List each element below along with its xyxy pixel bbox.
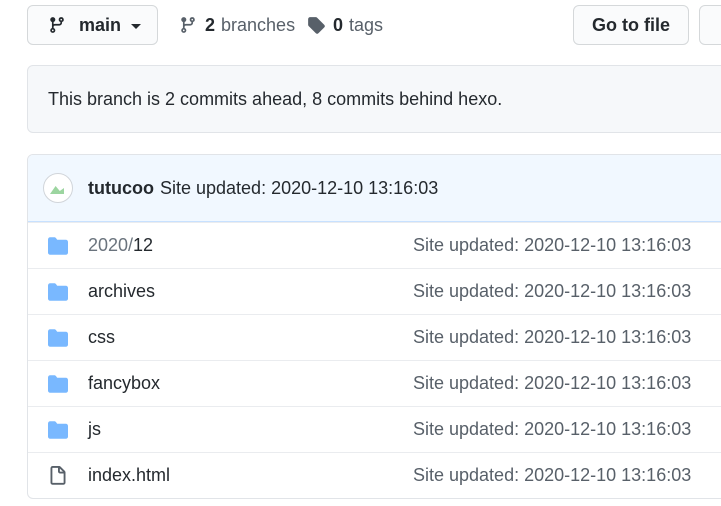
branch-status-banner: This branch is 2 commits ahead, 8 commit… [27,65,721,133]
file-path-leaf[interactable]: 12 [133,235,153,255]
file-row[interactable]: archives Site updated: 2020-12-10 13:16:… [28,268,721,314]
file-commit-message[interactable]: Site updated: 2020-12-10 13:16:03 [413,419,691,440]
chevron-down-icon [131,23,142,29]
folder-icon [48,237,68,255]
repo-file-browser: main 2 branches 0 tags Go to file This b… [0,0,721,506]
file-commit-message[interactable]: Site updated: 2020-12-10 13:16:03 [413,327,691,348]
file-list: tutucoo Site updated: 2020-12-10 13:16:0… [27,154,721,499]
file-name[interactable]: js [88,419,101,440]
tags-count: 0 [333,14,344,35]
folder-icon [48,375,68,393]
folder-icon [48,283,68,301]
file-row[interactable]: css Site updated: 2020-12-10 13:16:03 [28,314,721,360]
file-path-prefix[interactable]: 2020/ [88,235,133,255]
git-branch-icon [50,17,64,33]
file-row[interactable]: index.html Site updated: 2020-12-10 13:1… [28,452,721,498]
file-name[interactable]: css [88,327,115,348]
commit-message[interactable]: Site updated: 2020-12-10 13:16:03 [160,178,438,199]
avatar[interactable] [43,173,73,203]
branch-name: main [79,14,122,35]
file-row[interactable]: 2020/12 Site updated: 2020-12-10 13:16:0… [28,222,721,268]
file-row[interactable]: js Site updated: 2020-12-10 13:16:03 [28,406,721,452]
file-name[interactable]: fancybox [88,373,160,394]
add-file-button[interactable] [699,5,721,45]
tags-link[interactable]: 0 tags [307,13,383,37]
file-name[interactable]: index.html [88,465,170,486]
file-commit-message[interactable]: Site updated: 2020-12-10 13:16:03 [413,373,691,394]
branches-link[interactable]: 2 branches [179,13,295,37]
folder-icon [48,421,68,439]
branches-count: 2 [205,14,216,35]
file-commit-message[interactable]: Site updated: 2020-12-10 13:16:03 [413,465,691,486]
file-commit-message[interactable]: Site updated: 2020-12-10 13:16:03 [413,281,691,302]
tags-label: tags [349,14,384,35]
git-branch-icon [181,17,195,33]
branches-label: branches [221,14,296,35]
file-icon [50,466,66,485]
file-name[interactable]: archives [88,281,155,302]
file-name[interactable]: 2020/12 [88,235,153,256]
commit-author[interactable]: tutucoo [88,178,154,199]
go-to-file-button[interactable]: Go to file [573,5,689,45]
tag-icon [308,17,325,34]
file-row[interactable]: fancybox Site updated: 2020-12-10 13:16:… [28,360,721,406]
latest-commit-bar: tutucoo Site updated: 2020-12-10 13:16:0… [28,155,721,222]
branch-status-text: This branch is 2 commits ahead, 8 commit… [48,88,503,109]
folder-icon [48,329,68,347]
file-commit-message[interactable]: Site updated: 2020-12-10 13:16:03 [413,235,691,256]
branch-select-button[interactable]: main [27,5,158,45]
